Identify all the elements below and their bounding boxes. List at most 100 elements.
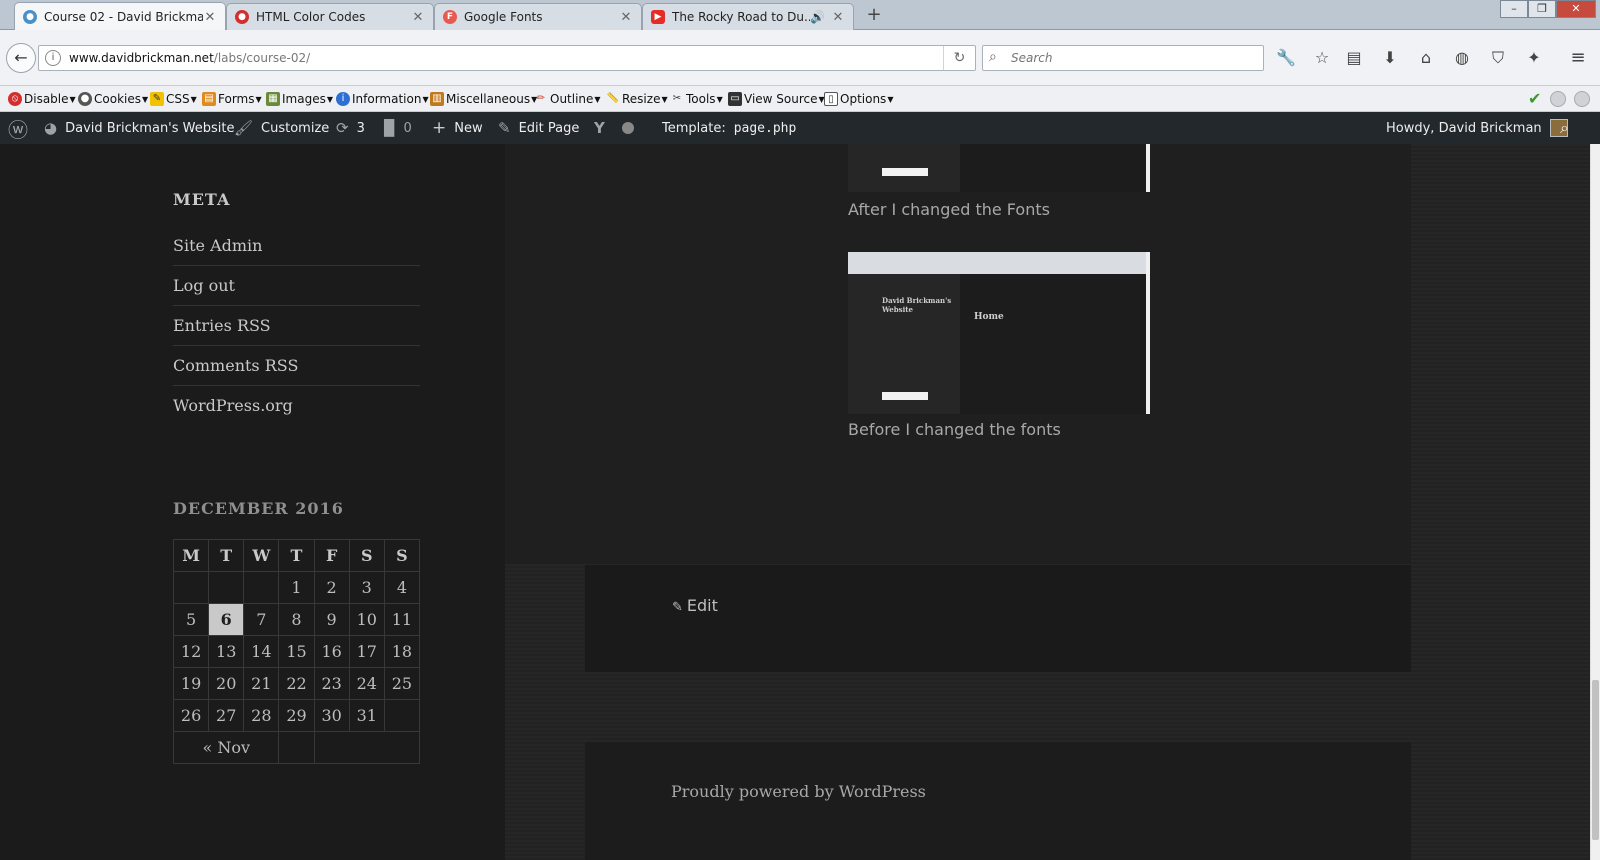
web-developer-toolbar: ⦸ Disable ▼ ● Cookies ▼ ✎ CSS ▼ ▤ Forms ▼ ▦ Image… (0, 86, 1600, 112)
calendar-day (243, 571, 280, 604)
calendar-day: 19 (172, 667, 210, 700)
calendar-today: 6 (208, 603, 245, 636)
calendar-day: 9 (313, 603, 350, 636)
download-icon[interactable]: ⬇ (1378, 47, 1402, 69)
images-menu[interactable]: ▦ Images ▼ (266, 90, 333, 108)
close-icon[interactable]: ✕ (831, 10, 845, 25)
updates-link[interactable]: ⟳ 3 (336, 112, 365, 144)
log-out-link[interactable]: Log out (173, 266, 420, 306)
calendar-day: 2 (313, 571, 350, 604)
tab-rocky-road[interactable]: ▶ The Rocky Road to Du... 🔊 ✕ (642, 3, 854, 30)
calendar-day: 11 (383, 603, 421, 636)
home-icon[interactable]: ⌂ (1414, 47, 1438, 69)
wrench-icon[interactable]: 🔧 (1274, 47, 1298, 69)
info-icon[interactable]: i (45, 50, 61, 66)
search-bar[interactable]: ⌕ (982, 45, 1264, 71)
close-window-button[interactable]: ✕ (1556, 0, 1596, 18)
disable-menu[interactable]: ⦸ Disable ▼ (8, 90, 76, 108)
outline-menu[interactable]: ✏ Outline ▼ (534, 90, 601, 108)
tab-google-fonts[interactable]: F Google Fonts ✕ (434, 3, 642, 30)
site-name-link[interactable]: ◕ David Brickman's Website (44, 112, 234, 144)
search-input[interactable] (1009, 50, 1249, 66)
reading-list-icon[interactable]: ▤ (1342, 47, 1366, 69)
site-admin-link[interactable]: Site Admin (173, 226, 420, 266)
calendar-day: 29 (278, 699, 315, 732)
shot-site-title: David Brickman's Website (882, 296, 952, 314)
speaker-icon[interactable]: 🔊 (810, 10, 825, 24)
extension-icon[interactable]: ✦ (1522, 47, 1546, 69)
seo-status-icon[interactable] (622, 112, 634, 144)
reload-icon[interactable]: ↻ (943, 46, 975, 70)
shot-heading: Home (974, 312, 1004, 322)
template-info[interactable]: Template: page.php (662, 112, 796, 144)
pencil-icon: ✎ (672, 600, 683, 615)
close-icon[interactable]: ✕ (411, 10, 425, 25)
cookies-menu[interactable]: ● Cookies ▼ (78, 90, 148, 108)
back-button[interactable]: ← (6, 43, 36, 73)
youtube-icon: ▶ (651, 10, 665, 24)
resize-menu[interactable]: 📏 Resize ▼ (606, 90, 668, 108)
information-icon: i (336, 92, 350, 106)
browser-tab-bar: ● Course 02 - David Brickma... ✕ ● HTML … (0, 0, 1600, 31)
url-bar[interactable]: i www.davidbrickman.net/labs/course-02/ … (38, 45, 976, 71)
page-content: META Site Admin Log out Entries RSS Comm… (0, 144, 1590, 860)
meta-links: Site Admin Log out Entries RSS Comments … (173, 226, 420, 426)
yoast-icon[interactable]: Y (594, 112, 613, 144)
wordpress-org-link[interactable]: WordPress.org (173, 386, 420, 426)
calendar-week-row: 26 27 28 29 30 31 (172, 699, 421, 732)
comments-link[interactable]: ▉ 0 (384, 112, 412, 144)
miscellaneous-menu[interactable]: ▥ Miscellaneous ▼ (430, 90, 537, 108)
screenshot-before-image[interactable]: David Brickman's Website Home (848, 252, 1150, 414)
vpn-icon[interactable]: ◍ (1450, 47, 1474, 69)
tools-icon: ✂ (672, 93, 682, 104)
tab-html-color-codes[interactable]: ● HTML Color Codes ✕ (226, 3, 434, 30)
edit-page-link[interactable]: ✎ Edit Page (498, 112, 579, 144)
search-icon[interactable]: ⌕ (1560, 112, 1569, 144)
bookmark-star-icon[interactable]: ☆ (1310, 47, 1334, 69)
google-fonts-icon: F (443, 10, 457, 24)
css-icon: ✎ (150, 92, 164, 106)
minimize-button[interactable]: – (1500, 0, 1528, 18)
new-tab-button[interactable]: + (864, 5, 884, 25)
new-content-link[interactable]: + New (432, 112, 483, 144)
site-footer (585, 742, 1411, 860)
screenshot-after-image[interactable] (848, 144, 1150, 192)
options-menu[interactable]: ▯ Options ▼ (824, 90, 893, 108)
close-icon[interactable]: ✕ (203, 10, 217, 25)
menu-icon[interactable]: ≡ (1566, 47, 1590, 69)
dashboard-icon: ◕ (44, 119, 58, 137)
view-source-menu[interactable]: ▭ View Source ▼ (728, 90, 825, 108)
css-menu[interactable]: ✎ CSS ▼ (150, 90, 197, 108)
calendar-day-header: T (208, 539, 245, 572)
globe-icon: ● (23, 10, 37, 24)
howdy-account[interactable]: Howdy, David Brickman (1386, 112, 1568, 144)
checkmark-icon[interactable]: ✔ (1528, 91, 1544, 107)
scrollbar-thumb[interactable] (1592, 680, 1599, 840)
wordpress-logo-icon[interactable]: ⓦ (8, 112, 36, 144)
close-icon[interactable]: ✕ (619, 10, 633, 25)
information-menu[interactable]: i Information ▼ (336, 90, 429, 108)
wp-admin-bar: ⓦ ◕ David Brickman's Website 🖌 Customize ⟳… (0, 112, 1600, 144)
edit-link[interactable]: ✎ Edit (672, 596, 718, 615)
miscellaneous-icon: ▥ (430, 92, 444, 106)
calendar-day-header: S (383, 539, 421, 572)
calendar-day: 22 (278, 667, 315, 700)
maximize-button[interactable]: ❐ (1528, 0, 1556, 18)
options-icon: ▯ (824, 92, 838, 106)
calendar-day: 14 (243, 635, 280, 668)
status-dot-icon[interactable] (1574, 91, 1590, 107)
disable-icon: ⦸ (8, 92, 22, 106)
tools-menu[interactable]: ✂ Tools ▼ (670, 90, 723, 108)
powered-by-link[interactable]: Proudly powered by WordPress (671, 782, 926, 801)
url-text[interactable]: www.davidbrickman.net/labs/course-02/ (69, 51, 310, 65)
customize-link[interactable]: 🖌 Customize (234, 112, 329, 144)
calendar-prev-link[interactable]: « Nov (172, 731, 280, 764)
entries-rss-link[interactable]: Entries RSS (173, 306, 420, 346)
calendar-week-row: 5 6 7 8 9 10 11 (172, 603, 421, 636)
status-dot-icon[interactable] (1550, 91, 1566, 107)
comments-rss-link[interactable]: Comments RSS (173, 346, 420, 386)
forms-menu[interactable]: ▤ Forms ▼ (202, 90, 262, 108)
tab-course-02[interactable]: ● Course 02 - David Brickma... ✕ (14, 2, 226, 31)
outline-icon: ✏ (536, 93, 546, 104)
pocket-icon[interactable]: ⛉ (1486, 47, 1510, 69)
